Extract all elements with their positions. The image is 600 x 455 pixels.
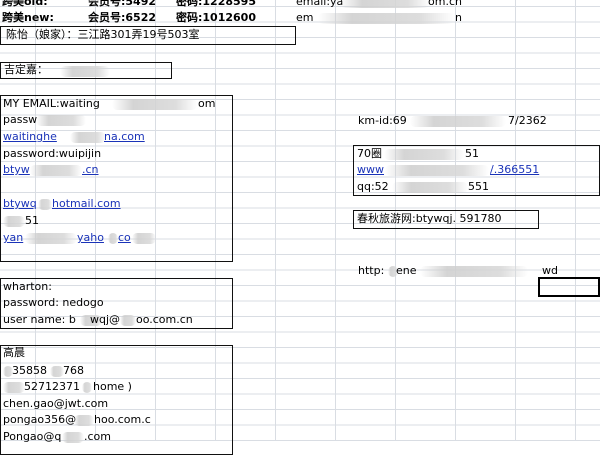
cell-my-email-end: om <box>198 97 216 110</box>
cell-kuamei-new[interactable]: 跨美new: <box>2 11 54 25</box>
selected-cell[interactable] <box>538 277 600 297</box>
cell-http[interactable]: http: <box>358 264 384 278</box>
cell-gaochen-phone[interactable]: 35858 <box>12 364 47 378</box>
cell-wharton-username-mid: wqj@ <box>90 313 121 326</box>
blurred-text <box>38 199 52 210</box>
blurred-text <box>3 216 25 227</box>
cell-gaochen-email-jwt[interactable]: chen.gao@jwt.com <box>3 397 108 411</box>
cell-wd[interactable]: wd <box>542 264 558 278</box>
cell-gaochen-email-yahoo-end: hoo.com.c <box>94 413 151 426</box>
cell-new-email-start[interactable]: em <box>296 11 313 25</box>
blurred-text <box>3 382 25 393</box>
cell-my-email[interactable]: MY EMAIL:waiting <box>3 97 100 111</box>
link-btyw-email[interactable]: btyw <box>3 163 30 177</box>
cell-old-member-no[interactable]: 会员号:5492 <box>88 0 156 9</box>
link-hotmail-end[interactable]: hotmail.com <box>52 197 121 211</box>
blurred-text <box>70 132 106 143</box>
link-waiting-email[interactable]: waitinghe <box>3 130 57 144</box>
cell-new-member-no[interactable]: 会员号:6522 <box>88 11 156 25</box>
link-btyw-email-end[interactable]: .cn <box>82 163 99 177</box>
cell-wharton-username[interactable]: user name: b <box>3 313 76 327</box>
blurred-text <box>74 415 94 426</box>
cell-gaochen-name[interactable]: 高晨 <box>3 346 25 360</box>
cell-address[interactable]: 陈怡（娘家）：三江路301弄19号503室 <box>6 28 200 42</box>
cell-new-password[interactable]: 密码:1012600 <box>176 11 256 25</box>
blurred-text <box>62 432 84 443</box>
cell-old-password[interactable]: 密码:1228595 <box>176 0 256 9</box>
blurred-text <box>120 315 136 326</box>
cell-gaochen-phone-end: 768 <box>63 364 84 377</box>
cell-wharton[interactable]: wharton: <box>3 280 52 294</box>
link-waiting-email-end[interactable]: na.com <box>104 130 145 144</box>
cell-kuamei-old[interactable]: 跨美old: <box>2 0 48 9</box>
link-70-url-end[interactable]: /.366551 <box>490 163 539 177</box>
cell-password-1[interactable]: passw <box>3 113 37 127</box>
cell-chunqiu[interactable]: 春秋旅游网:btywqj. 591780 <box>357 212 502 226</box>
blurred-text <box>25 233 77 244</box>
cell-jiding-label[interactable]: 吉定嘉： <box>4 63 48 77</box>
blurred-text <box>82 382 92 393</box>
cell-km-id-end: 7/2362 <box>508 114 547 127</box>
link-hotmail[interactable]: btywq <box>3 197 37 211</box>
blurred-text <box>50 366 64 377</box>
link-yahoo[interactable]: yan <box>3 231 23 245</box>
blurred-text <box>108 233 118 244</box>
blurred-text <box>392 182 468 193</box>
link-yahoo-end[interactable]: co <box>118 231 131 245</box>
blurred-text <box>112 99 197 110</box>
blurred-text <box>410 116 506 127</box>
cell-http-mid: ene <box>396 264 417 277</box>
blurred-text <box>420 266 528 277</box>
cell-wharton-password[interactable]: password: nedogo <box>3 296 104 310</box>
blurred-text <box>340 0 430 8</box>
cell-gaochen-email-q[interactable]: Pongao@q <box>3 430 61 444</box>
cell-70-title[interactable]: 70圈 <box>357 147 382 161</box>
blurred-text <box>30 165 82 176</box>
blurred-text <box>384 149 464 160</box>
blurred-text <box>60 66 110 77</box>
cell-password-2[interactable]: password:wuipijin <box>3 147 101 161</box>
cell-70-qq[interactable]: qq:52 <box>357 180 389 194</box>
blurred-text <box>36 115 86 126</box>
cell-gaochen-home[interactable]: 52712371 <box>24 380 80 394</box>
cell-old-email-end: om.cn <box>428 0 462 8</box>
cell-gaochen-home-label: home ) <box>93 380 132 393</box>
cell-70-qq-end: 551 <box>468 180 489 193</box>
cell-gaochen-email-yahoo[interactable]: pongao356@ <box>3 413 76 427</box>
link-70-url[interactable]: www <box>357 163 384 177</box>
cell-old-email-start[interactable]: email:ya <box>296 0 343 9</box>
cell-gaochen-email-q-end: .com <box>84 430 111 443</box>
cell-wharton-username-end: oo.com.cn <box>136 313 193 326</box>
cell-number[interactable]: 51 <box>25 214 39 228</box>
blurred-text <box>132 233 156 244</box>
cell-70-title-end: 51 <box>465 147 479 160</box>
link-yahoo-mid[interactable]: yaho <box>77 231 104 245</box>
blurred-text <box>385 165 489 176</box>
blurred-text <box>318 13 454 24</box>
cell-km-id[interactable]: km-id:69 <box>358 114 407 128</box>
cell-new-email-end: n <box>455 11 462 24</box>
